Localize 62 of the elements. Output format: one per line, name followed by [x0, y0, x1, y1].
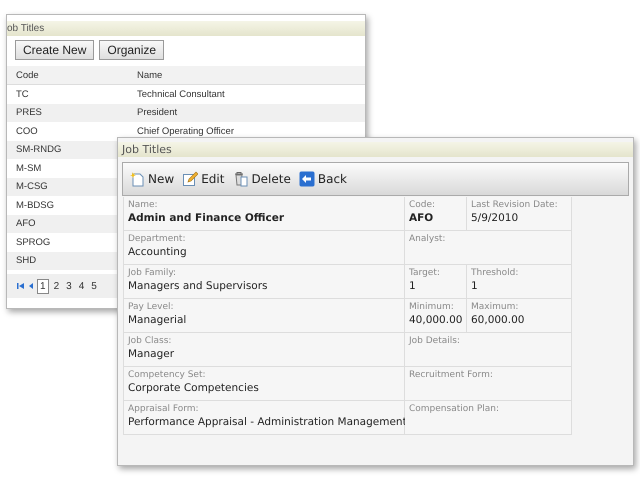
page-link[interactable]: 1 [37, 278, 49, 294]
field-label: Minimum: [409, 302, 455, 312]
field-label: Analyst: [409, 234, 446, 244]
toolbar-button[interactable]: Back [298, 171, 348, 187]
table-cell: PRES [16, 107, 42, 118]
toolbar-button[interactable]: Organize [99, 40, 164, 60]
field-label: Maximum: [471, 302, 520, 312]
edit-icon [182, 171, 198, 187]
field-label: Job Family: [128, 268, 178, 278]
field-value: 1 [471, 280, 479, 292]
field-label: Threshold: [471, 268, 520, 278]
previous-page-icon[interactable] [28, 282, 34, 290]
field-label: Pay Level: [128, 302, 175, 312]
column-header: Name [137, 70, 162, 80]
field-value: 40,000.00 [409, 314, 463, 326]
toolbar-button[interactable]: Edit [182, 171, 224, 187]
field-label: Competency Set: [128, 370, 207, 380]
table-cell: M-CSG [16, 181, 48, 192]
window-title: Job Titles [118, 142, 633, 157]
field-label: Code: [409, 200, 436, 210]
field-label: Job Class: [128, 336, 172, 346]
column-header: Code [16, 70, 39, 80]
field-value: 5/9/2010 [471, 212, 520, 224]
field-label: Recruitment Form: [409, 370, 494, 380]
toolbar-button[interactable]: Delete [232, 171, 291, 187]
field-value: Manager [128, 348, 176, 360]
table-cell: SM-RNDG [16, 144, 62, 156]
field-label: Appraisal Form: [128, 404, 200, 414]
field-label: Compensation Plan: [409, 404, 500, 414]
page-link[interactable]: 5 [89, 280, 99, 292]
field-value: AFO [409, 212, 434, 224]
table-cell: M-BDSG [16, 200, 54, 211]
page-link[interactable]: 3 [64, 280, 74, 292]
field-value: Corporate Competencies [128, 382, 260, 394]
table-cell: SPROG [16, 236, 50, 248]
field-label: Job Details: [409, 336, 461, 346]
field-value: 1 [409, 280, 417, 292]
table-cell: Chief Operating Officer [137, 126, 234, 137]
field-label: Target: [409, 268, 441, 278]
table-cell: AFO [16, 218, 36, 230]
first-page-icon[interactable] [17, 282, 25, 290]
field-value: Admin and Finance Officer [128, 212, 286, 224]
table-cell: Technical Consultant [137, 88, 225, 100]
field-value: Managers and Supervisors [128, 280, 268, 292]
table-cell: COO [16, 126, 38, 137]
toolbar-button[interactable]: Create New [15, 40, 94, 60]
page-link[interactable]: 4 [76, 280, 86, 292]
field-label: Name: [128, 200, 159, 210]
field-value: Accounting [128, 246, 188, 258]
field-value: 60,000.00 [471, 314, 526, 326]
trash-icon [232, 171, 248, 187]
new-document-icon [129, 171, 145, 187]
table-cell: TC [16, 88, 29, 100]
toolbar-button[interactable]: New [129, 171, 174, 187]
table-cell: SHD [16, 255, 36, 266]
field-value: Managerial [128, 314, 188, 326]
table-cell: President [137, 107, 178, 118]
field-label: Department: [128, 234, 186, 244]
table-cell: M-SM [16, 162, 42, 174]
field-label: Last Revision Date: [471, 200, 559, 210]
window-title: ob Titles [7, 21, 365, 36]
page-link[interactable]: 2 [52, 280, 62, 292]
